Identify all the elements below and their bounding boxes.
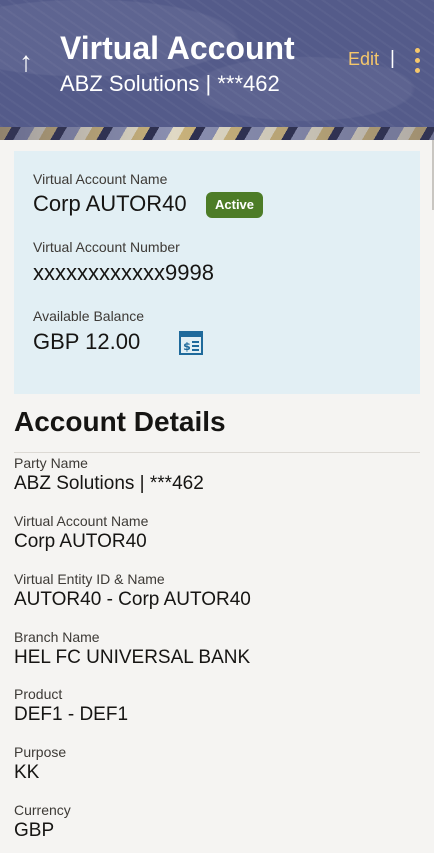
statement-icon[interactable]: $ xyxy=(179,331,203,355)
decorative-banner xyxy=(0,127,434,140)
more-options-icon[interactable] xyxy=(410,46,424,76)
currency-value: GBP xyxy=(14,820,55,841)
page-title: Virtual Account xyxy=(60,30,295,66)
virtual-entity-value: AUTOR40 - Corp AUTOR40 xyxy=(14,589,251,610)
header-separator: | xyxy=(390,48,395,69)
kebab-dot xyxy=(415,68,420,73)
account-name-value: Corp AUTOR40 xyxy=(33,191,187,216)
branch-name-label: Branch Name xyxy=(14,629,100,645)
kebab-dot xyxy=(415,58,420,63)
status-badge: Active xyxy=(206,192,264,218)
purpose-label: Purpose xyxy=(14,744,67,760)
svg-text:$: $ xyxy=(183,340,191,353)
product-value: DEF1 - DEF1 xyxy=(14,704,129,725)
product-label: Product xyxy=(14,686,63,702)
virtual-entity-label: Virtual Entity ID & Name xyxy=(14,571,165,587)
balance-label: Available Balance xyxy=(33,308,145,324)
section-divider xyxy=(14,452,420,453)
branch-name-value: HEL FC UNIVERSAL BANK xyxy=(14,647,251,668)
balance-value: GBP 12.00 xyxy=(33,329,141,354)
account-number-value: xxxxxxxxxxxx9998 xyxy=(33,260,214,285)
party-name-value: ABZ Solutions | ***462 xyxy=(14,473,204,494)
back-arrow-icon[interactable]: ↑ xyxy=(14,46,38,78)
kebab-dot xyxy=(415,48,420,53)
currency-label: Currency xyxy=(14,802,71,818)
account-details-heading: Account Details xyxy=(14,406,226,437)
app-header: ↑ Virtual Account ABZ Solutions | ***462… xyxy=(0,0,434,127)
account-number-label: Virtual Account Number xyxy=(33,239,180,255)
party-name-label: Party Name xyxy=(14,455,88,471)
page-subtitle: ABZ Solutions | ***462 xyxy=(60,71,280,96)
virtual-account-name-value: Corp AUTOR40 xyxy=(14,531,147,552)
account-name-label: Virtual Account Name xyxy=(33,171,168,187)
edit-button[interactable]: Edit xyxy=(348,49,379,70)
account-summary-card: Virtual Account Name Corp AUTOR40 Active… xyxy=(14,151,420,394)
purpose-value: KK xyxy=(14,762,40,783)
virtual-account-name-label: Virtual Account Name xyxy=(14,513,149,529)
